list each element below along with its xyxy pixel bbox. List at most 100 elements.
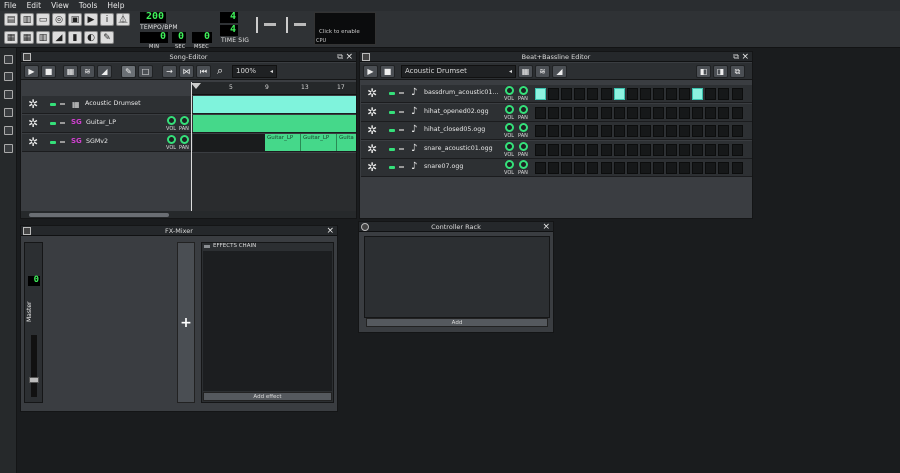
mixer-icon[interactable]: ▮ [68, 31, 82, 44]
tempo-display[interactable]: 200 [140, 12, 166, 23]
step-off[interactable] [574, 125, 586, 137]
step-off[interactable] [666, 125, 677, 137]
step-off[interactable] [731, 88, 743, 100]
step-off[interactable] [705, 106, 717, 119]
track-guitar-lp[interactable]: ✲ SG Guitar_LP VOL PAN [22, 115, 356, 133]
pattern-block[interactable]: Guitar_LP [265, 134, 301, 151]
step-off[interactable] [679, 88, 691, 100]
project-notes-icon[interactable]: ✎ [100, 31, 114, 44]
bb-pattern-block[interactable] [193, 96, 356, 113]
add-controller-button[interactable]: Add [366, 318, 548, 327]
step-off[interactable] [639, 143, 651, 156]
auto-scroll-icon[interactable]: → [162, 65, 177, 78]
what-is-this-icon[interactable]: i [100, 13, 114, 26]
step-off[interactable] [548, 143, 560, 156]
gear-icon[interactable]: ✲ [28, 117, 38, 130]
my-samples-icon[interactable] [4, 90, 13, 99]
step-off[interactable] [587, 125, 599, 137]
step-off[interactable] [613, 125, 625, 137]
root-directory-icon[interactable] [4, 144, 13, 153]
step-off[interactable] [652, 143, 664, 156]
mute-led[interactable] [50, 141, 56, 144]
step-off[interactable] [626, 106, 638, 119]
step-off[interactable] [705, 162, 717, 174]
step-off[interactable] [626, 125, 638, 137]
timeline-ruler[interactable]: 5 9 13 17 [191, 82, 356, 95]
track-acoustic-drumset[interactable]: ✲ ▦ Acoustic Drumset [22, 96, 356, 114]
loop-points-icon[interactable]: ⋈ [179, 65, 194, 78]
add-steps-icon[interactable]: ◨ [713, 65, 728, 78]
new-from-template-icon[interactable]: ▥ [20, 13, 34, 26]
stop-icon[interactable]: ■ [41, 65, 56, 78]
playhead-marker-icon[interactable] [191, 83, 201, 89]
gear-icon[interactable]: ✲ [28, 98, 38, 111]
step-on[interactable] [613, 88, 625, 100]
pan-knob[interactable] [519, 86, 528, 95]
add-automation-track-icon[interactable]: ◢ [552, 65, 567, 78]
step-off[interactable] [692, 106, 704, 119]
timesig-numerator[interactable]: 4 [220, 12, 238, 23]
step-off[interactable] [587, 143, 599, 156]
gear-icon[interactable]: ✲ [367, 161, 377, 174]
pan-knob[interactable] [519, 141, 528, 151]
cpu-graph[interactable]: Click to enable CPU [314, 12, 376, 45]
mute-led[interactable] [389, 110, 395, 114]
step-off[interactable] [561, 162, 573, 174]
step-off[interactable] [574, 162, 586, 174]
track-name[interactable]: Acoustic Drumset [85, 100, 141, 107]
gear-icon[interactable]: ✲ [28, 136, 38, 149]
menu-help[interactable]: Help [107, 1, 124, 10]
pan-knob[interactable] [519, 160, 528, 169]
play-icon[interactable]: ▶ [24, 65, 39, 78]
step-off[interactable] [574, 106, 586, 119]
step-off[interactable] [731, 162, 743, 174]
stop-icon[interactable]: ■ [380, 65, 395, 78]
volume-knob[interactable] [167, 135, 176, 144]
menu-edit[interactable]: Edit [27, 1, 42, 10]
add-automation-track-icon[interactable]: ◢ [97, 65, 112, 78]
song-editor-icon[interactable]: ▦ [4, 31, 18, 44]
instrument-plugins-icon[interactable] [4, 55, 13, 64]
solo-led[interactable] [60, 141, 65, 143]
menu-view[interactable]: View [51, 1, 69, 10]
add-sample-track-icon[interactable]: ≋ [535, 65, 550, 78]
step-off[interactable] [561, 125, 573, 137]
pattern-block[interactable]: Guitar_LP [301, 134, 337, 151]
pan-knob[interactable] [519, 104, 528, 114]
add-effect-button[interactable]: Add effect [203, 392, 332, 401]
step-on[interactable] [535, 88, 546, 100]
pan-knob[interactable] [180, 116, 189, 125]
step-off[interactable] [600, 125, 612, 137]
step-off[interactable] [626, 88, 638, 100]
sample-name[interactable]: hihat_opened02.ogg [424, 108, 489, 115]
add-channel-button[interactable]: + [177, 242, 195, 403]
open-project-icon[interactable]: ▭ [36, 13, 50, 26]
step-off[interactable] [535, 106, 546, 119]
step-off[interactable] [561, 143, 573, 156]
step-off[interactable] [679, 106, 691, 119]
mute-led[interactable] [389, 92, 395, 95]
metronome-icon[interactable]: ⏅ [116, 13, 130, 26]
step-off[interactable] [639, 125, 651, 137]
step-off[interactable] [692, 162, 704, 174]
step-off[interactable] [639, 88, 651, 100]
step-off[interactable] [705, 125, 717, 137]
step-off[interactable] [666, 88, 677, 100]
pattern-block[interactable]: Guita [337, 134, 356, 151]
volume-knob[interactable] [167, 116, 176, 125]
pan-knob[interactable] [519, 123, 528, 132]
step-off[interactable] [639, 162, 651, 174]
menu-file[interactable]: File [4, 1, 17, 10]
close-icon[interactable]: × [542, 222, 550, 232]
step-off[interactable] [535, 125, 546, 137]
bb-row[interactable]: ✲ ♪ hihat_closed05.ogg VOL PAN [361, 122, 752, 140]
step-off[interactable] [535, 143, 546, 156]
export-project-icon[interactable]: ▶ [84, 13, 98, 26]
master-pitch-slider[interactable] [294, 23, 306, 26]
my-presets-icon[interactable] [4, 108, 13, 117]
step-off[interactable] [587, 162, 599, 174]
step-off[interactable] [548, 162, 560, 174]
bb-row[interactable]: ✲ ♪ bassdrum_acoustic01... VOL PAN [361, 85, 752, 103]
bb-row[interactable]: ✲ ♪ hihat_opened02.ogg VOL PAN [361, 103, 752, 122]
track-name[interactable]: Guitar_LP [86, 119, 116, 126]
